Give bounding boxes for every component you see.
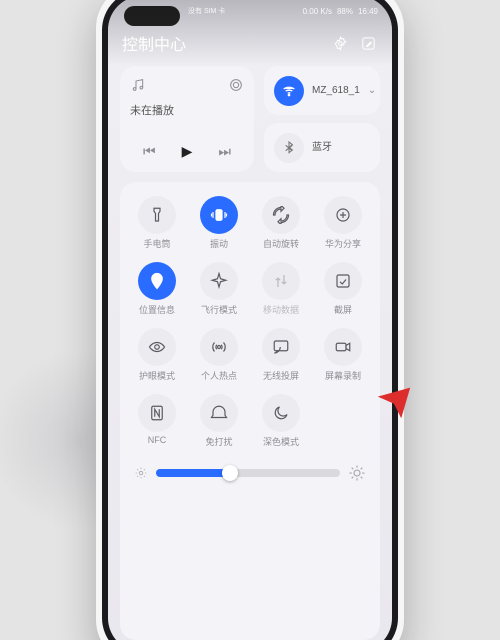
toggle-dnd[interactable]: 免打扰 xyxy=(188,394,250,448)
camera-cutout xyxy=(124,6,180,26)
bluetooth-label: 蓝牙 xyxy=(312,142,332,153)
hotspot-icon xyxy=(200,328,238,366)
share-icon xyxy=(324,196,362,234)
next-track-button[interactable]: ⏭ xyxy=(218,143,231,160)
sim-status: 没有 SIM 卡 xyxy=(188,6,225,16)
bluetooth-icon xyxy=(274,133,304,163)
toggle-nfc[interactable]: NFC xyxy=(126,394,188,448)
brightness-slider[interactable] xyxy=(126,460,374,490)
data-icon xyxy=(262,262,300,300)
toggle-label: 护眼模式 xyxy=(139,369,175,382)
toggle-label: 个人热点 xyxy=(201,369,237,382)
toggle-label: 免打扰 xyxy=(205,435,232,448)
toggle-label: 手电筒 xyxy=(143,237,170,250)
net-speed: 0.00 K/s xyxy=(303,7,332,16)
toggle-airplane[interactable]: 飞行模式 xyxy=(188,262,250,316)
toggle-label: 移动数据 xyxy=(263,303,299,316)
toggle-cast[interactable]: 无线投屏 xyxy=(250,328,312,382)
slider-knob[interactable] xyxy=(222,465,238,481)
wifi-icon xyxy=(274,76,304,106)
media-card[interactable]: 未在播放 ⏮ ▶ ⏭ xyxy=(120,66,254,172)
toggle-eyecare[interactable]: 护眼模式 xyxy=(126,328,188,382)
toggle-label: 深色模式 xyxy=(263,435,299,448)
toggle-flashlight[interactable]: 手电筒 xyxy=(126,196,188,250)
cast-audio-icon[interactable] xyxy=(228,77,244,98)
toggle-label: 振动 xyxy=(210,237,228,250)
eye-icon xyxy=(138,328,176,366)
toggle-label: 自动旋转 xyxy=(263,237,299,250)
cast-icon xyxy=(262,328,300,366)
record-icon xyxy=(324,328,362,366)
brightness-low-icon xyxy=(134,466,148,480)
brightness-high-icon xyxy=(348,464,366,482)
page-title: 控制中心 xyxy=(122,31,186,55)
music-note-icon xyxy=(130,77,146,98)
toggle-share[interactable]: 华为分享 xyxy=(312,196,374,250)
status-bar: 没有 SIM 卡 0.00 K/s 88% 16:49 xyxy=(188,2,378,20)
settings-icon[interactable] xyxy=(330,33,350,53)
rotate-icon xyxy=(262,196,300,234)
media-status: 未在播放 xyxy=(130,102,244,118)
toggle-dark[interactable]: 深色模式 xyxy=(250,394,312,448)
toggle-data[interactable]: 移动数据 xyxy=(250,262,312,316)
location-icon xyxy=(138,262,176,300)
toggle-location[interactable]: 位置信息 xyxy=(126,262,188,316)
toggle-label: 华为分享 xyxy=(325,237,361,250)
airplane-icon xyxy=(200,262,238,300)
quick-toggles-panel: 手电筒 振动 自动旋转 华为分享位置信息 飞行模式 移动数据 截屏护眼模式 个人热点 无线投屏 屏… xyxy=(120,182,380,640)
bluetooth-toggle[interactable]: 蓝牙 xyxy=(264,123,380,172)
vibrate-icon xyxy=(200,196,238,234)
wifi-toggle[interactable]: MZ_618_1 ⌄ xyxy=(264,66,380,115)
chevron-down-icon[interactable]: ⌄ xyxy=(368,85,376,96)
toggle-label: 屏幕录制 xyxy=(325,369,361,382)
battery-percent: 88% xyxy=(337,7,353,16)
header: 控制中心 xyxy=(108,26,392,60)
toggle-label: 位置信息 xyxy=(139,303,175,316)
toggle-vibrate[interactable]: 振动 xyxy=(188,196,250,250)
phone-frame: 没有 SIM 卡 0.00 K/s 88% 16:49 控制中心 xyxy=(96,0,404,640)
toggle-label: 无线投屏 xyxy=(263,369,299,382)
play-button[interactable]: ▶ xyxy=(182,143,193,160)
toggle-autorotate[interactable]: 自动旋转 xyxy=(250,196,312,250)
dark-icon xyxy=(262,394,300,432)
toggle-hotspot[interactable]: 个人热点 xyxy=(188,328,250,382)
toggle-label: NFC xyxy=(148,435,167,445)
edit-icon[interactable] xyxy=(358,33,378,53)
nfc-icon xyxy=(138,394,176,432)
flashlight-icon xyxy=(138,196,176,234)
screenshot-icon xyxy=(324,262,362,300)
clock: 16:49 xyxy=(358,7,378,16)
screen: 没有 SIM 卡 0.00 K/s 88% 16:49 控制中心 xyxy=(108,0,392,640)
toggle-label: 截屏 xyxy=(334,303,352,316)
slider-track[interactable] xyxy=(156,469,340,477)
toggle-screenshot[interactable]: 截屏 xyxy=(312,262,374,316)
dnd-icon xyxy=(200,394,238,432)
toggle-label: 飞行模式 xyxy=(201,303,237,316)
wifi-ssid: MZ_618_1 xyxy=(312,85,360,96)
prev-track-button[interactable]: ⏮ xyxy=(143,143,156,160)
annotation-arrow xyxy=(376,384,412,425)
toggle-record[interactable]: 屏幕录制 xyxy=(312,328,374,382)
